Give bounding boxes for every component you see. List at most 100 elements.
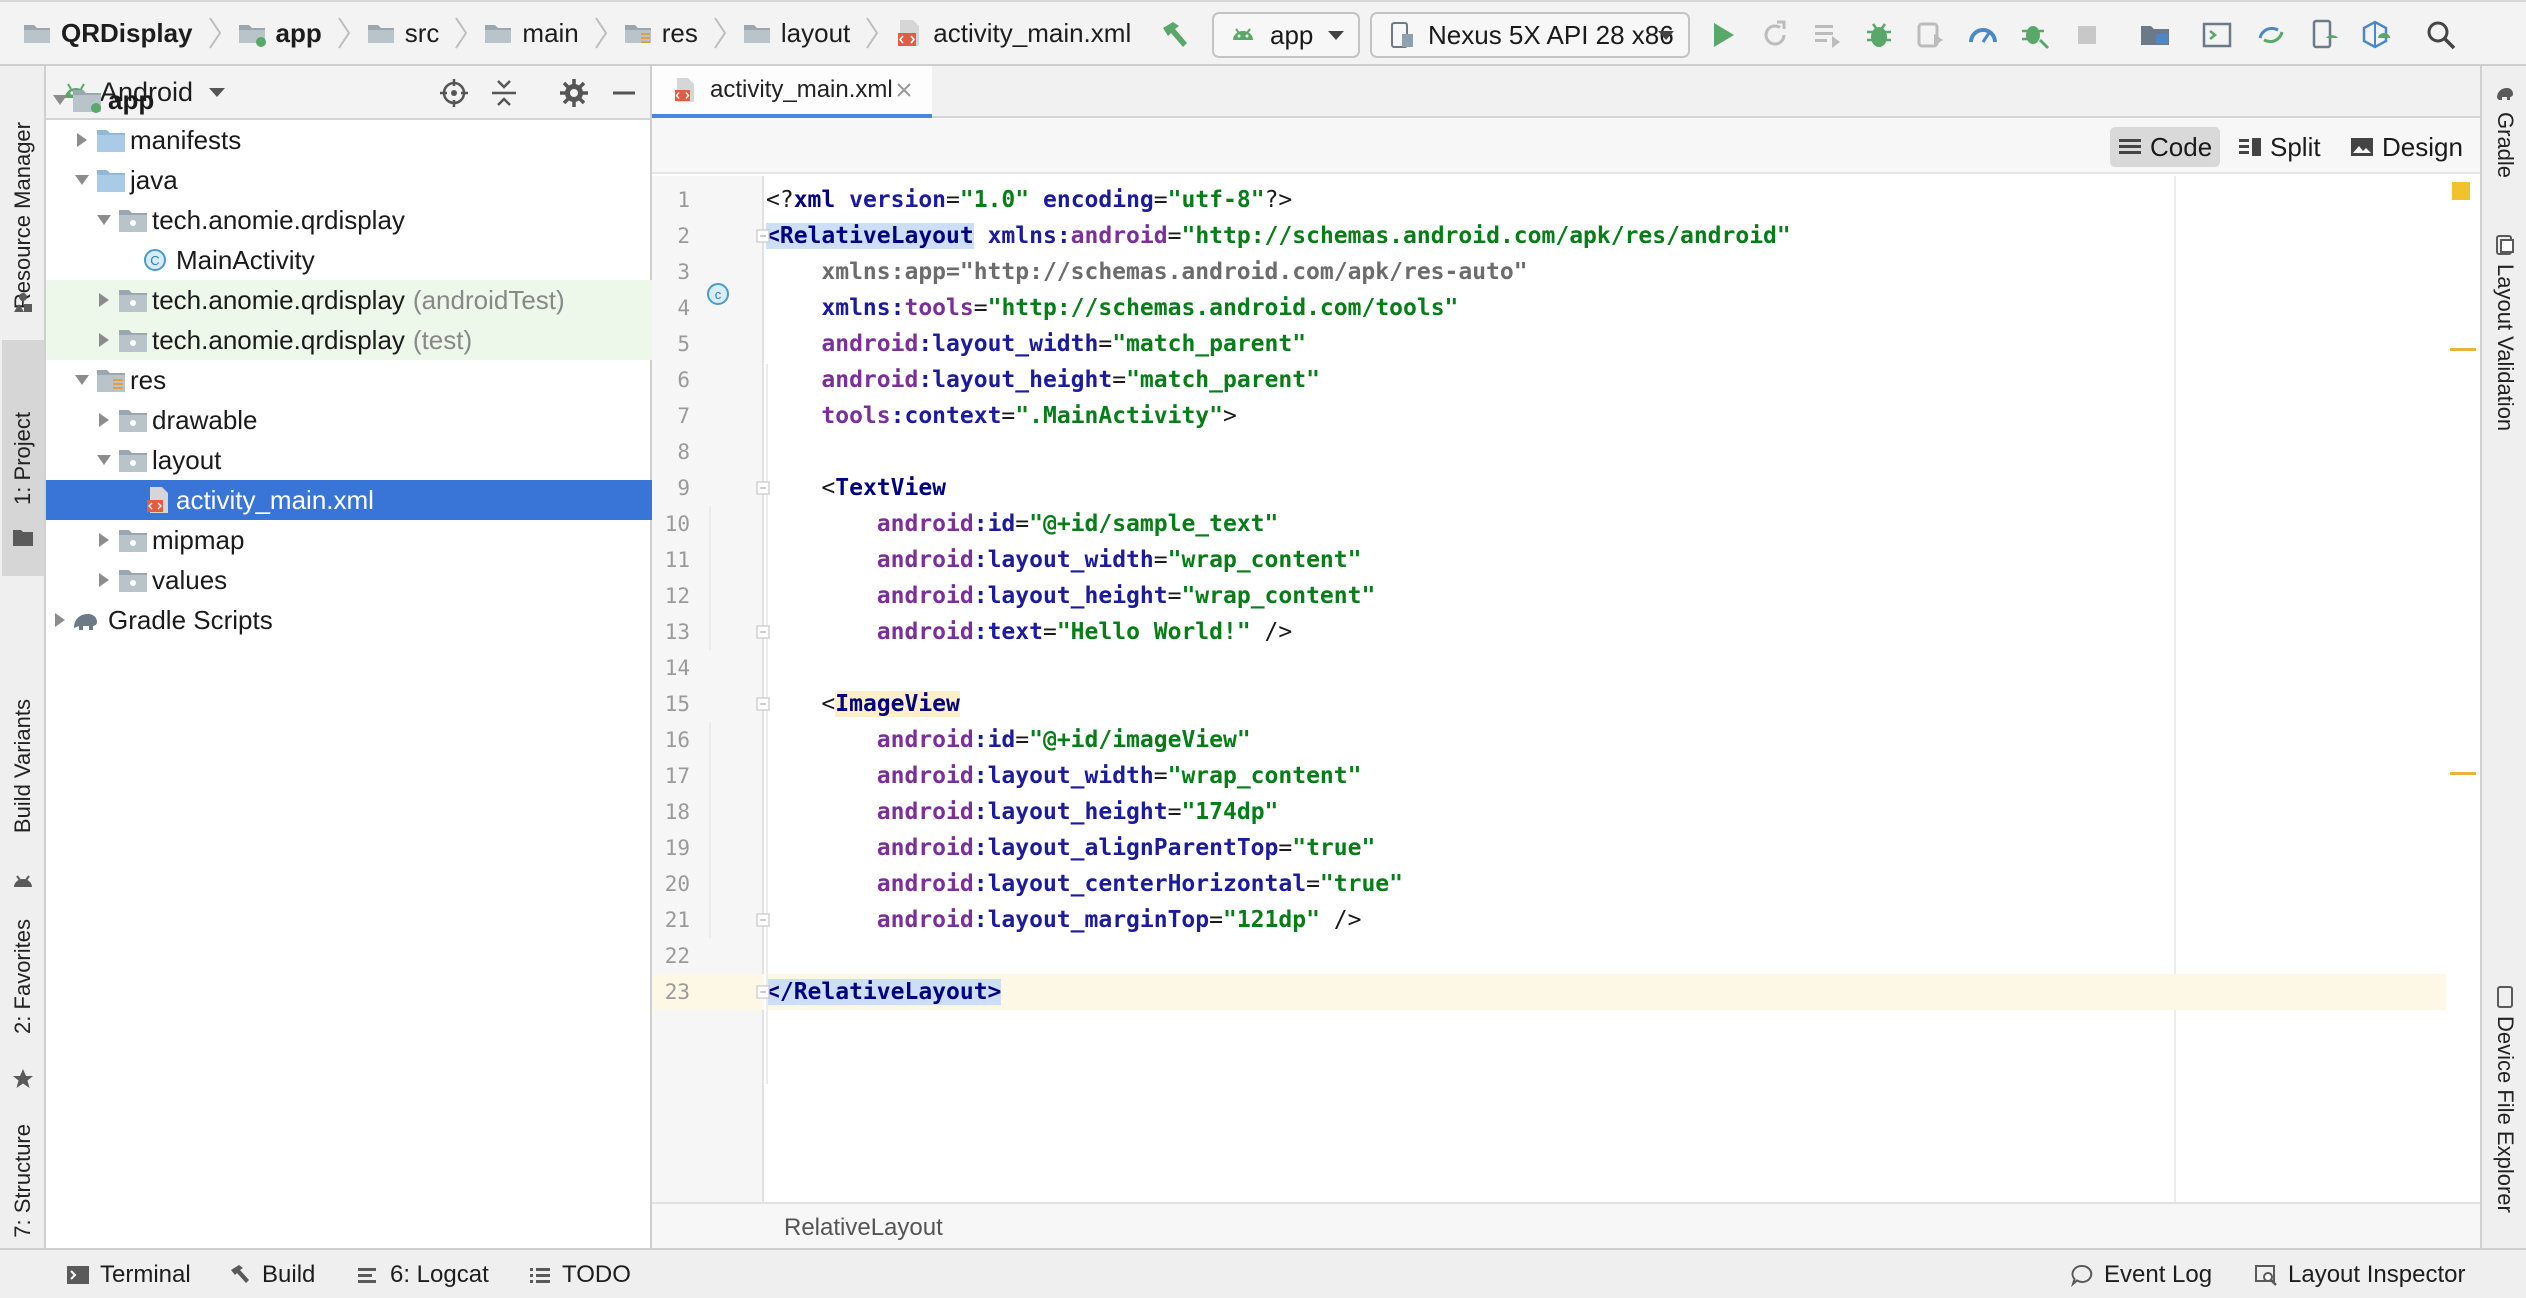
event-log-tab[interactable]: Event Log	[2070, 1260, 2212, 1290]
editor-breadcrumb-item[interactable]: RelativeLayout	[784, 1214, 943, 1242]
design-view-button[interactable]: Design	[2342, 127, 2471, 167]
profile-icon[interactable]	[1966, 18, 2000, 52]
code-line[interactable]: <TextView	[766, 470, 2446, 506]
stop-icon[interactable]	[2070, 18, 2104, 52]
code-line[interactable]: android:layout_marginTop="121dp" />	[766, 902, 2446, 938]
code-line[interactable]	[766, 938, 2446, 974]
tree-item-values[interactable]: values	[46, 560, 652, 600]
code-line[interactable]: android:layout_centerHorizontal="true"	[766, 866, 2446, 902]
terminal-tab[interactable]: Terminal	[66, 1260, 191, 1290]
code-line[interactable]: android:layout_width="match_parent"	[766, 326, 2446, 362]
tree-item-activity-main-xml[interactable]: activity_main.xml	[46, 480, 652, 520]
code-line[interactable]: xmlns:tools="http://schemas.android.com/…	[766, 290, 2446, 326]
code-line[interactable]: <RelativeLayout xmlns:android="http://sc…	[766, 218, 2446, 254]
fold-marker-icon[interactable]	[756, 481, 770, 495]
breadcrumb-layout[interactable]: layout	[742, 2, 850, 64]
stripe-marker[interactable]	[2450, 772, 2476, 775]
code-line[interactable]	[766, 650, 2446, 686]
tree-item-mainactivity[interactable]: C MainActivity	[46, 240, 652, 280]
tree-item-layout[interactable]: layout	[46, 440, 652, 480]
avd-manager-icon[interactable]	[2306, 18, 2340, 52]
project-structure-icon[interactable]	[2138, 18, 2172, 52]
expand-arrow-right-icon[interactable]	[96, 412, 112, 428]
expand-arrow-down-icon[interactable]	[96, 212, 112, 228]
breadcrumb-main[interactable]: main	[483, 2, 579, 64]
code-view-button[interactable]: Code	[2110, 127, 2221, 167]
run-configuration-select[interactable]: app	[1212, 12, 1360, 58]
apply-code-changes-icon[interactable]	[1810, 18, 1844, 52]
code-line[interactable]: android:id="@+id/sample_text"	[766, 506, 2446, 542]
tree-item-res[interactable]: res	[46, 360, 652, 400]
fold-marker-icon[interactable]	[756, 697, 770, 711]
fold-marker-icon[interactable]	[756, 625, 770, 639]
code-line[interactable]: xmlns:app="http://schemas.android.com/ap…	[766, 254, 2446, 290]
expand-arrow-down-icon[interactable]	[74, 372, 90, 388]
breadcrumb-src[interactable]: src	[366, 2, 439, 64]
expand-arrow-right-icon[interactable]	[96, 292, 112, 308]
code-editor[interactable]: <?xml version="1.0" encoding="utf-8"?> <R…	[766, 176, 2476, 1202]
expand-arrow-right-icon[interactable]	[74, 132, 90, 148]
expand-arrow-right-icon[interactable]	[96, 572, 112, 588]
code-line[interactable]: android:layout_width="wrap_content"	[766, 758, 2446, 794]
tree-item-java[interactable]: java	[46, 160, 652, 200]
code-line[interactable]: android:layout_width="wrap_content"	[766, 542, 2446, 578]
breadcrumb-file[interactable]: activity_main.xml	[894, 2, 1131, 64]
expand-arrow-right-icon[interactable]	[96, 332, 112, 348]
fold-marker-icon[interactable]	[756, 229, 770, 243]
todo-tab[interactable]: TODO	[528, 1260, 631, 1290]
expand-arrow-right-icon[interactable]	[52, 612, 68, 628]
code-line[interactable]: android:layout_height="wrap_content"	[766, 578, 2446, 614]
expand-arrow-right-icon[interactable]	[96, 532, 112, 548]
code-line[interactable]: </RelativeLayout>	[766, 974, 2446, 1010]
tree-item-package-main[interactable]: tech.anomie.qrdisplay	[46, 200, 652, 240]
code-line[interactable]: android:layout_height="174dp"	[766, 794, 2446, 830]
tree-item-package-test[interactable]: tech.anomie.qrdisplay (test)	[46, 320, 652, 360]
code-line[interactable]: <?xml version="1.0" encoding="utf-8"?>	[766, 182, 2446, 218]
code-line[interactable]: android:text="Hello World!" />	[766, 614, 2446, 650]
layout-validation-tab[interactable]: Layout Validation	[2482, 234, 2526, 431]
coverage-icon[interactable]	[1914, 18, 1948, 52]
warning-indicator-icon[interactable]	[2452, 182, 2470, 200]
attach-debugger-icon[interactable]	[2018, 18, 2052, 52]
close-icon[interactable]	[894, 80, 914, 100]
breadcrumb-project[interactable]: QRDisplay	[22, 2, 193, 64]
split-view-button[interactable]: Split	[2230, 127, 2329, 167]
code-line[interactable]: tools:context=".MainActivity">	[766, 398, 2446, 434]
code-line[interactable]: <ImageView	[766, 686, 2446, 722]
tree-item-manifests[interactable]: manifests	[46, 120, 652, 160]
fold-marker-icon[interactable]	[756, 913, 770, 927]
build-variants-tab[interactable]: Build Variants	[2, 646, 44, 886]
favorites-tab[interactable]: 2: Favorites	[2, 866, 44, 1086]
class-link-icon[interactable]: c	[706, 282, 730, 306]
editor-tab-activity-main[interactable]: activity_main.xml	[652, 66, 932, 118]
debug-icon[interactable]	[1862, 18, 1896, 52]
tree-item-gradle-scripts[interactable]: Gradle Scripts	[46, 600, 652, 640]
stripe-marker[interactable]	[2450, 348, 2476, 351]
build-tab[interactable]: Build	[228, 1260, 315, 1290]
breadcrumb-res[interactable]: res	[623, 2, 698, 64]
code-line[interactable]: android:layout_alignParentTop="true"	[766, 830, 2446, 866]
tree-item-drawable[interactable]: drawable	[46, 400, 652, 440]
code-line[interactable]: android:id="@+id/imageView"	[766, 722, 2446, 758]
logcat-tab[interactable]: 6: Logcat	[356, 1260, 489, 1290]
search-icon[interactable]	[2424, 18, 2458, 52]
terminal-window-icon[interactable]	[2200, 18, 2234, 52]
tree-item-package-androidtest[interactable]: tech.anomie.qrdisplay (androidTest)	[46, 280, 652, 320]
expand-arrow-down-icon[interactable]	[96, 452, 112, 468]
device-file-explorer-tab[interactable]: Device File Explorer	[2482, 986, 2526, 1213]
layout-inspector-tab[interactable]: Layout Inspector	[2254, 1260, 2465, 1290]
expand-arrow-down-icon[interactable]	[74, 172, 90, 188]
fold-marker-icon[interactable]	[756, 985, 770, 999]
gradle-tab[interactable]: Gradle	[2482, 82, 2526, 178]
run-icon[interactable]	[1706, 18, 1740, 52]
breadcrumb-module[interactable]: app	[237, 2, 322, 64]
device-select[interactable]: Nexus 5X API 28 x86	[1370, 12, 1690, 58]
hammer-build-icon[interactable]	[1157, 18, 1191, 52]
sync-gradle-icon[interactable]	[2254, 18, 2288, 52]
expand-arrow-down-icon[interactable]	[52, 92, 68, 108]
code-line[interactable]	[766, 434, 2446, 470]
tree-item-app[interactable]: app	[46, 80, 652, 120]
tree-item-mipmap[interactable]: mipmap	[46, 520, 652, 560]
code-line[interactable]: android:layout_height="match_parent"	[766, 362, 2446, 398]
apply-changes-restart-icon[interactable]	[1758, 18, 1792, 52]
